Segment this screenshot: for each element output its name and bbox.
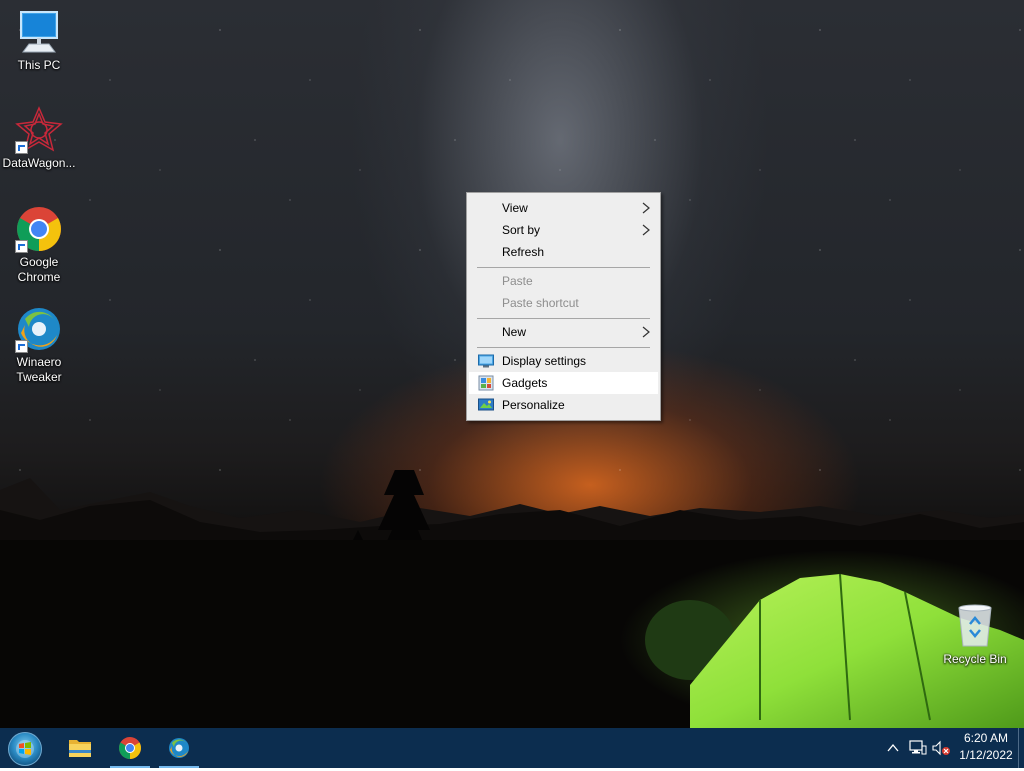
chevron-right-icon (642, 326, 650, 338)
display-icon (478, 354, 494, 368)
menu-separator (477, 267, 650, 268)
recycle-bin-icon (951, 602, 999, 650)
folder-icon (69, 740, 91, 757)
taskbar-file-explorer[interactable] (60, 728, 100, 768)
menu-item-view[interactable]: View (469, 197, 658, 219)
winaero-icon (15, 305, 63, 353)
desktop-icon-label: This PC (17, 58, 61, 72)
menu-item-paste-shortcut[interactable]: Paste shortcut (469, 292, 658, 314)
shortcut-arrow-icon (15, 340, 28, 353)
menu-item-gadgets[interactable]: Gadgets (469, 372, 658, 394)
start-button[interactable] (8, 732, 42, 766)
menu-item-new[interactable]: New (469, 321, 658, 343)
landscape-silhouette (0, 470, 1024, 728)
volume-muted-icon[interactable] (931, 740, 951, 756)
shortcut-arrow-icon (15, 240, 28, 253)
shortcut-arrow-icon (15, 141, 28, 154)
desktop-icon-label: DataWagon... (2, 156, 76, 170)
desktop-context-menu: View Sort by Refresh Paste Paste shortcu… (466, 192, 661, 421)
personalize-icon (478, 398, 494, 411)
menu-item-refresh[interactable]: Refresh (469, 241, 658, 263)
desktop-icon-datawagon[interactable]: DataWagon... (1, 106, 77, 171)
chevron-right-icon (642, 224, 650, 236)
desktop-icon-google-chrome[interactable]: Google Chrome (1, 205, 77, 285)
show-desktop-button[interactable] (1018, 728, 1019, 768)
menu-separator (477, 347, 650, 348)
desktop-icon-label: Recycle Bin (943, 652, 1007, 666)
chrome-icon (119, 737, 141, 759)
chevron-right-icon (642, 202, 650, 214)
show-hidden-icons-chevron-up-icon[interactable] (886, 742, 900, 754)
gadgets-icon (478, 375, 494, 391)
windows-orb-icon (16, 740, 34, 758)
desktop-icon-this-pc[interactable]: This PC (1, 8, 77, 73)
taskbar-google-chrome[interactable] (110, 728, 150, 768)
clock[interactable]: 6:20 AM 1/12/2022 (958, 731, 1014, 762)
winaero-icon (169, 738, 189, 758)
menu-item-paste[interactable]: Paste (469, 270, 658, 292)
desktop-icon-winaero-tweaker[interactable]: Winaero Tweaker (1, 305, 77, 385)
desktop-icon-label: Google Chrome (17, 255, 61, 284)
menu-item-display-settings[interactable]: Display settings (469, 350, 658, 372)
computer-icon (15, 8, 63, 56)
taskbar: 6:20 AM 1/12/2022 (0, 728, 1024, 768)
menu-item-sort-by[interactable]: Sort by (469, 219, 658, 241)
datawagon-icon (15, 106, 63, 154)
desktop-icon-label: Winaero Tweaker (16, 355, 62, 384)
menu-item-personalize[interactable]: Personalize (469, 394, 658, 416)
clock-time: 6:20 AM (963, 731, 1009, 745)
clock-date: 1/12/2022 (959, 748, 1013, 762)
taskbar-winaero-tweaker[interactable] (159, 728, 199, 768)
desktop-icon-recycle-bin[interactable]: Recycle Bin (937, 602, 1013, 667)
menu-separator (477, 318, 650, 319)
network-icon[interactable] (909, 740, 927, 756)
chrome-icon (15, 205, 63, 253)
